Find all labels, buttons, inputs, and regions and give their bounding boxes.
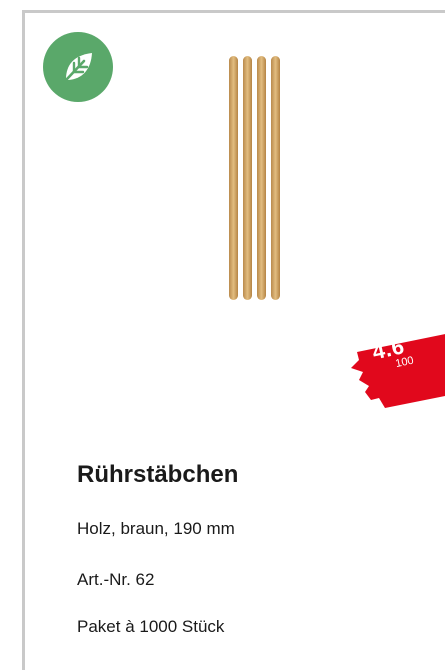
- stirrer-stick: [257, 56, 266, 300]
- stirrer-stick: [229, 56, 238, 300]
- stirrer-stick: [243, 56, 252, 300]
- product-title[interactable]: Rührstäbchen: [77, 461, 238, 489]
- leaf-icon: [65, 53, 92, 81]
- wooden-stirrers-image[interactable]: [223, 53, 287, 303]
- stirrer-stick: [271, 56, 280, 300]
- product-description: Holz, braun, 190 mm: [77, 519, 235, 538]
- article-number: Art.-Nr. 62: [77, 570, 155, 589]
- package-info: Paket à 1000 Stück: [77, 617, 225, 636]
- eco-badge: [43, 32, 113, 102]
